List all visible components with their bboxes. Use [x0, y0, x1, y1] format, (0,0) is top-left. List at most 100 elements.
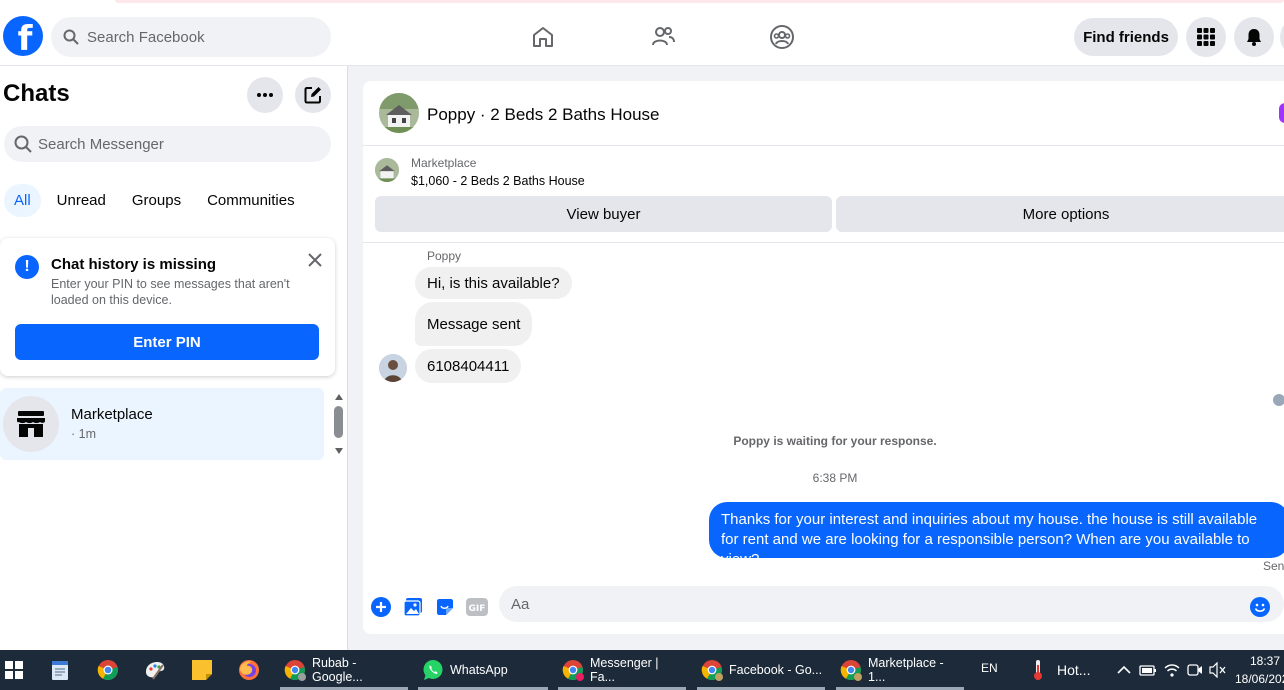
friends-icon[interactable] [648, 22, 678, 52]
taskbar-app-whatsapp[interactable]: WhatsApp [418, 650, 548, 690]
whatsapp-icon [422, 659, 444, 681]
messenger-search-input[interactable]: Search Messenger [4, 126, 331, 162]
meet-now-icon[interactable] [1183, 658, 1207, 682]
search-icon [63, 29, 79, 45]
photo-gallery-icon[interactable] [402, 596, 424, 618]
taskbar-app-label: Rubab - Google... [312, 656, 363, 684]
chats-sidebar: Chats Search Messenger All Unread Groups… [0, 66, 348, 650]
incoming-message[interactable]: Message sent [415, 302, 533, 346]
emoji-icon[interactable] [1249, 596, 1271, 618]
filter-communities[interactable]: Communities [197, 184, 305, 217]
speaker-muted-icon[interactable] [1206, 658, 1230, 682]
facebook-logo-letter: f [17, 19, 33, 56]
marketplace-listing-card: Marketplace $1,060 - 2 Beds 2 Baths Hous… [363, 147, 1284, 243]
notifications-bell-icon[interactable] [1234, 17, 1274, 57]
conversation-title[interactable]: Poppy · 2 Beds 2 Baths House [427, 105, 659, 125]
battery-icon[interactable] [1136, 658, 1160, 682]
thermometer-icon[interactable] [1026, 658, 1050, 682]
outgoing-message[interactable]: Thanks for your interest and inquiries a… [709, 502, 1284, 568]
notice-title: Chat history is missing [51, 256, 217, 273]
scrollbar-thumb[interactable] [334, 406, 343, 438]
chat-list-item[interactable]: Marketplace · 1m [0, 388, 324, 460]
marketplace-label: Marketplace [411, 156, 477, 170]
scroll-down-arrow-icon[interactable] [335, 448, 343, 454]
taskbar-app-label: WhatsApp [450, 663, 508, 677]
info-exclamation-icon: ! [15, 255, 39, 279]
filter-unread[interactable]: Unread [47, 184, 116, 217]
notice-description: Enter your PIN to see messages that aren… [51, 277, 290, 307]
message-input-placeholder: Aa [511, 595, 530, 613]
taskbar-app-messenger[interactable]: Messenger | Fa... [558, 650, 686, 690]
chrome-profile-icon [701, 659, 723, 681]
chat-history-notice: ! Chat history is missing Enter your PIN… [0, 238, 335, 376]
sticky-notes-icon[interactable] [190, 658, 214, 682]
conversation-action-indicator[interactable] [1279, 103, 1284, 123]
view-buyer-button[interactable]: View buyer [375, 196, 832, 232]
gif-icon[interactable]: GIF [466, 596, 488, 618]
facebook-logo-icon[interactable]: f [3, 16, 43, 56]
incoming-message[interactable]: Hi, is this available? [415, 267, 572, 299]
marketplace-store-icon [3, 396, 59, 452]
windows-start-icon[interactable] [2, 658, 26, 682]
listing-title[interactable]: $1,060 - 2 Beds 2 Baths House [411, 174, 585, 188]
waiting-note: Poppy is waiting for your response. [733, 434, 937, 448]
chat-name: Marketplace [71, 406, 153, 423]
more-options-button[interactable]: More options [836, 196, 1284, 232]
facebook-search-placeholder: Search Facebook [87, 28, 205, 46]
message-composer: GIF Aa [363, 586, 1284, 626]
facebook-search-input[interactable]: Search Facebook [51, 17, 331, 57]
clock-date[interactable]: 18/06/202 [1235, 672, 1284, 686]
wifi-icon[interactable] [1160, 658, 1184, 682]
message-input[interactable]: Aa [499, 586, 1284, 622]
conversation-panel: Poppy · 2 Beds 2 Baths House Marketplace… [363, 81, 1284, 634]
enter-pin-button[interactable]: Enter PIN [15, 324, 319, 360]
sent-status: Sent [1263, 559, 1284, 573]
input-language-indicator[interactable]: EN [981, 661, 998, 675]
scroll-up-arrow-icon[interactable] [335, 394, 343, 400]
listing-thumbnail[interactable] [375, 158, 399, 182]
notepad-icon[interactable] [48, 658, 72, 682]
seen-avatar [1273, 394, 1284, 406]
menu-grid-icon[interactable] [1186, 17, 1226, 57]
plus-circle-icon[interactable] [370, 596, 392, 618]
messenger-search-placeholder: Search Messenger [38, 135, 164, 153]
taskbar-app-label: Messenger | Fa... [590, 656, 659, 684]
paint-icon[interactable] [143, 658, 167, 682]
conversation-header: Poppy · 2 Beds 2 Baths House [363, 81, 1284, 146]
close-icon[interactable] [303, 248, 327, 272]
sender-name: Poppy [427, 249, 462, 263]
new-message-compose-icon[interactable] [295, 77, 331, 113]
sticker-icon[interactable] [434, 596, 456, 618]
taskbar-app-label: Facebook - Go... [729, 663, 823, 677]
weather-label[interactable]: Hot... [1057, 662, 1090, 678]
facebook-header: f Search Facebook Find friends [0, 8, 1284, 66]
filter-groups[interactable]: Groups [122, 184, 191, 217]
home-icon[interactable] [528, 22, 558, 52]
chevron-up-icon[interactable] [1112, 658, 1136, 682]
chrome-icon[interactable] [96, 658, 120, 682]
incoming-message[interactable]: 6108404411 [415, 349, 522, 383]
account-avatar[interactable] [1280, 17, 1284, 57]
chats-options-icon[interactable] [247, 77, 283, 113]
taskbar-app-chrome-rubab[interactable]: Rubab - Google... [280, 650, 408, 690]
chrome-profile-icon [284, 659, 306, 681]
groups-icon[interactable] [767, 22, 797, 52]
chat-time: · 1m [71, 427, 96, 441]
svg-text:GIF: GIF [469, 604, 486, 614]
find-friends-button[interactable]: Find friends [1074, 18, 1178, 56]
windows-taskbar: Rubab - Google... WhatsApp Messenger | F… [0, 650, 1284, 690]
clock-time[interactable]: 18:37 [1250, 654, 1280, 668]
chats-title: Chats [3, 80, 70, 107]
taskbar-app-marketplace[interactable]: Marketplace - 1... [836, 650, 964, 690]
message-timestamp: 6:38 PM [812, 471, 858, 485]
chrome-profile-icon [562, 659, 584, 681]
chat-filters: All Unread Groups Communities [4, 184, 305, 217]
search-icon [14, 135, 32, 153]
house-thumbnail-avatar[interactable] [379, 93, 419, 133]
taskbar-app-facebook[interactable]: Facebook - Go... [697, 650, 825, 690]
firefox-icon[interactable] [237, 658, 261, 682]
browser-tab-accent [115, 0, 1284, 3]
sender-avatar[interactable] [379, 354, 407, 382]
filter-all[interactable]: All [4, 184, 41, 217]
chat-list-scrollbar[interactable] [333, 392, 345, 456]
